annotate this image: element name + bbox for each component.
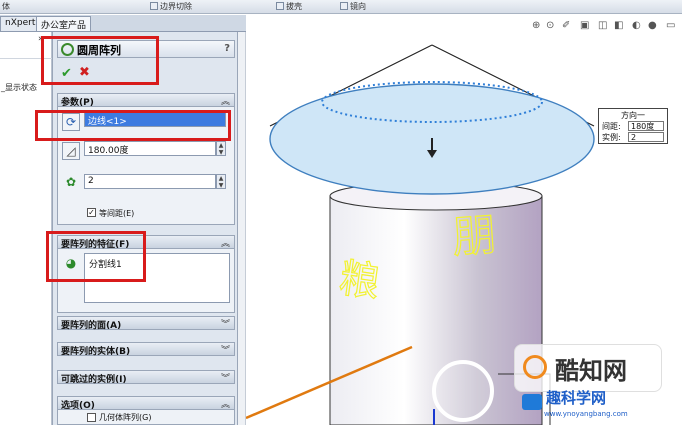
feature-tree: » _显示状态 xyxy=(0,32,52,425)
callout-spacing-value[interactable]: 180度 xyxy=(628,121,664,131)
toolbar-shell-button[interactable]: 拔壳 xyxy=(276,1,302,12)
params-group-header[interactable]: 参数(P) ︽ xyxy=(57,93,235,108)
instances-input[interactable]: 2 xyxy=(84,174,216,189)
tree-item-display-state[interactable]: _显示状态 xyxy=(1,82,37,93)
panel-splitter[interactable] xyxy=(238,32,246,425)
geometry-pattern-label: 几何体阵列(G) xyxy=(99,413,152,422)
watermark-url: www.ynoyangbang.com xyxy=(544,410,628,418)
geometry-pattern-checkbox[interactable] xyxy=(87,413,96,422)
callout-instances-label: 实例: xyxy=(602,133,621,142)
site-badge-icon xyxy=(522,394,542,410)
faces-group-header[interactable]: 要阵列的面(A) ︾ xyxy=(57,316,235,331)
options-group-body: 几何体阵列(G) xyxy=(57,410,235,425)
angle-input[interactable]: 180.00度 xyxy=(84,141,216,156)
instances-spinner[interactable]: ▲ ▼ xyxy=(216,174,226,189)
tab-row: nXpert 办公室产品 xyxy=(0,15,246,32)
shell-label: 拔壳 xyxy=(286,2,302,11)
top-toolbar: 体 边界切除 拔壳 镜向 xyxy=(0,0,682,14)
tab-office-products[interactable]: 办公室产品 xyxy=(36,16,92,31)
toolbar-boundary-cut-button[interactable]: 边界切除 xyxy=(150,1,192,12)
bodies-group-header[interactable]: 要阵列的实体(B) ︾ xyxy=(57,342,235,357)
instances-icon: ✿ xyxy=(65,175,77,189)
collapse-up-icon: ︽ xyxy=(220,400,230,410)
options-group-header[interactable]: 选项(O) ︽ xyxy=(57,396,235,411)
collapse-up-icon: ︽ xyxy=(220,239,230,249)
equal-spacing-checkbox[interactable]: ✓ xyxy=(87,208,96,217)
mirror-icon xyxy=(340,2,348,10)
callout-spacing-label: 间距: xyxy=(602,122,621,131)
callout-instances-value[interactable]: 2 xyxy=(628,132,664,142)
expand-down-icon: ︾ xyxy=(220,320,230,330)
shell-icon xyxy=(276,2,284,10)
collapse-up-icon: ︽ xyxy=(220,97,230,107)
highlight-features-box xyxy=(46,231,146,282)
site-logo-icon xyxy=(432,360,494,422)
graphics-area[interactable]: ⊕ ⊙ ✐ ▣ ◫ ◧ ◐ ● ▭ 粮 朋 方向一 间距: 180度 实例: 2… xyxy=(246,14,682,425)
brand-logo-icon xyxy=(523,355,547,379)
angle-spinner[interactable]: ▲ ▼ xyxy=(216,141,226,156)
toolbar-item-body[interactable]: 体 xyxy=(2,1,10,12)
help-icon[interactable]: ? xyxy=(224,43,230,54)
tab-nxpert[interactable]: nXpert xyxy=(0,16,41,31)
boundary-cut-icon xyxy=(150,2,158,10)
watermark-site-title: 趣科学网 xyxy=(546,389,607,407)
model-text-left: 粮 xyxy=(336,255,383,307)
watermark-box: 酷知网 xyxy=(514,344,662,392)
model-text-right: 朋 xyxy=(450,209,499,264)
expand-down-icon: ︾ xyxy=(220,374,230,384)
skip-instances-group-header[interactable]: 可跳过的实例(I) ︾ xyxy=(57,370,235,385)
callout-title: 方向一 xyxy=(621,111,645,120)
skip-instances-header-label: 可跳过的实例(I) xyxy=(61,375,127,385)
bodies-header-label: 要阵列的实体(B) xyxy=(61,347,131,357)
highlight-title-box xyxy=(41,36,159,85)
toolbar-mirror-button[interactable]: 镜向 xyxy=(340,1,366,12)
watermark-brand: 酷知网 xyxy=(555,357,627,385)
equal-spacing-label: 等间距(E) xyxy=(99,209,135,218)
highlight-axis-box xyxy=(35,110,231,141)
expand-down-icon: ︾ xyxy=(220,346,230,356)
property-manager: 圆周阵列 ? ✔ ✖ 参数(P) ︽ ⟳ 边线<1> ◿ 180.00度 ▲ ▼ … xyxy=(35,32,238,425)
angle-icon: ◿ xyxy=(62,142,80,160)
direction-callout[interactable]: 方向一 间距: 180度 实例: 2 xyxy=(598,108,668,144)
faces-header-label: 要阵列的面(A) xyxy=(61,321,122,331)
boundary-cut-label: 边界切除 xyxy=(160,2,192,11)
mirror-label: 镜向 xyxy=(350,2,366,11)
